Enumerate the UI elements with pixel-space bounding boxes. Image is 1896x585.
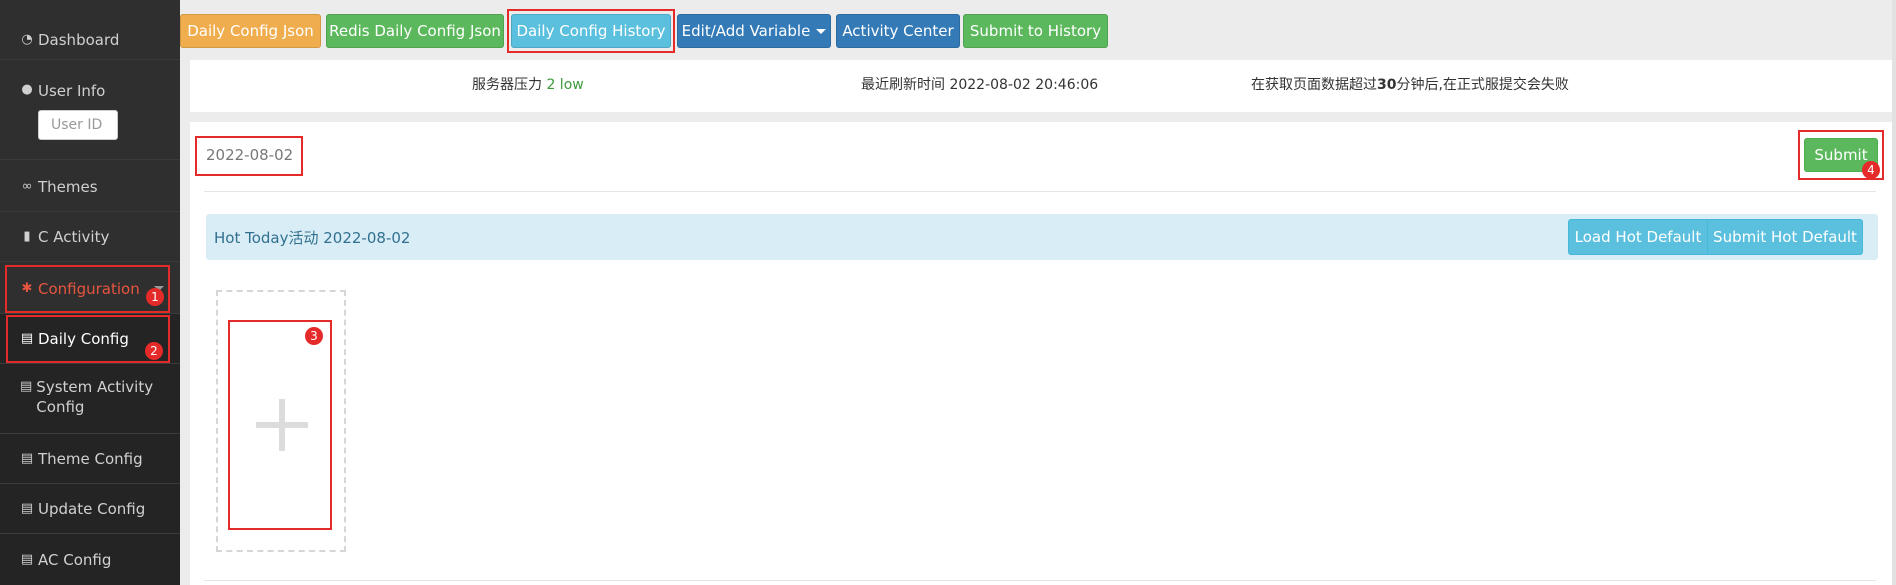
annotation-badge-2: 2 [145, 342, 163, 360]
sidebar-item-label: AC Config [38, 550, 112, 569]
sidebar-item-label: User Info [38, 82, 106, 100]
edit-add-variable-button[interactable]: Edit/Add Variable [677, 14, 831, 48]
user-id-input[interactable] [38, 110, 118, 140]
hot-today-title: Hot Today活动 2022-08-02 [214, 229, 411, 247]
sidebar-item-update-config[interactable]: ▤ Update Config [0, 484, 180, 534]
dashboard-icon: ◔ [21, 32, 33, 47]
list-icon: ▤ [20, 501, 34, 516]
server-pressure-label: 服务器压力 [472, 77, 542, 93]
daily-config-json-button[interactable]: Daily Config Json [180, 14, 321, 48]
divider [204, 191, 1876, 192]
sidebar-item-c-activity[interactable]: ▮ C Activity [0, 212, 180, 262]
submit-hot-default-button[interactable]: Submit Hot Default [1707, 219, 1863, 255]
list-icon: ▤ [20, 379, 33, 394]
scrollbar-track[interactable] [1892, 0, 1896, 585]
hot-today-bar: Hot Today活动 2022-08-02 Load Hot Default … [206, 214, 1878, 260]
sidebar-item-label: Update Config [38, 499, 146, 518]
warning-bold: 30 [1377, 77, 1397, 93]
last-refresh-label: 最近刷新时间 [861, 77, 945, 93]
sidebar-item-system-activity-config[interactable]: ▤ System Activity Config [0, 364, 180, 434]
annotation-badge-4: 4 [1862, 161, 1880, 179]
annotation-box-date [195, 136, 303, 176]
last-refresh-value: 2022-08-02 20:46:06 [949, 77, 1099, 93]
main-panel: 2022-08-02 Submit Hot Today活动 2022-08-02… [190, 122, 1892, 585]
sidebar-item-label: System Activity Config [36, 378, 154, 416]
sidebar-item-themes[interactable]: ∞ Themes [0, 162, 180, 212]
warning-suffix: 分钟后,在正式服提交会失败 [1396, 77, 1569, 93]
last-refresh: 最近刷新时间 2022-08-02 20:46:06 [861, 74, 1098, 94]
glasses-icon: ∞ [21, 179, 33, 194]
list-icon: ▤ [20, 451, 34, 466]
annotation-badge-1: 1 [146, 288, 164, 306]
annotation-box-configuration [5, 265, 170, 313]
sidebar-item-ac-config[interactable]: ▤ AC Config [0, 534, 180, 585]
server-pressure: 服务器压力 2 low [472, 74, 584, 94]
redis-daily-config-json-button[interactable]: Redis Daily Config Json [326, 14, 504, 48]
sidebar-item-dashboard[interactable]: ◔ Dashboard [0, 20, 180, 60]
submit-warning: 在获取页面数据超过30分钟后,在正式服提交会失败 [1251, 74, 1569, 94]
list-icon: ▤ [20, 552, 34, 567]
sidebar-item-theme-config[interactable]: ▤ Theme Config [0, 434, 180, 484]
annotation-badge-3: 3 [305, 327, 323, 345]
activity-center-button[interactable]: Activity Center [836, 14, 960, 48]
sidebar-item-label: Dashboard [38, 30, 120, 49]
annotation-box-history [507, 9, 675, 53]
sidebar-item-label: C Activity [38, 227, 110, 246]
caret-down-icon [816, 28, 827, 34]
bottom-divider [204, 580, 1876, 581]
sidebar-item-label: Theme Config [38, 449, 143, 468]
annotation-box-upload [228, 320, 332, 530]
warning-prefix: 在获取页面数据超过 [1251, 77, 1377, 93]
book-icon: ▮ [23, 229, 31, 244]
load-hot-default-button[interactable]: Load Hot Default [1568, 219, 1708, 255]
sidebar-item-label: Themes [38, 177, 98, 196]
user-icon: ● [21, 82, 33, 97]
edit-add-variable-label: Edit/Add Variable [681, 22, 811, 40]
status-panel: 服务器压力 2 low 最近刷新时间 2022-08-02 20:46:06 在… [190, 60, 1892, 112]
submit-to-history-button[interactable]: Submit to History [963, 14, 1108, 48]
server-pressure-value: 2 low [546, 77, 584, 93]
